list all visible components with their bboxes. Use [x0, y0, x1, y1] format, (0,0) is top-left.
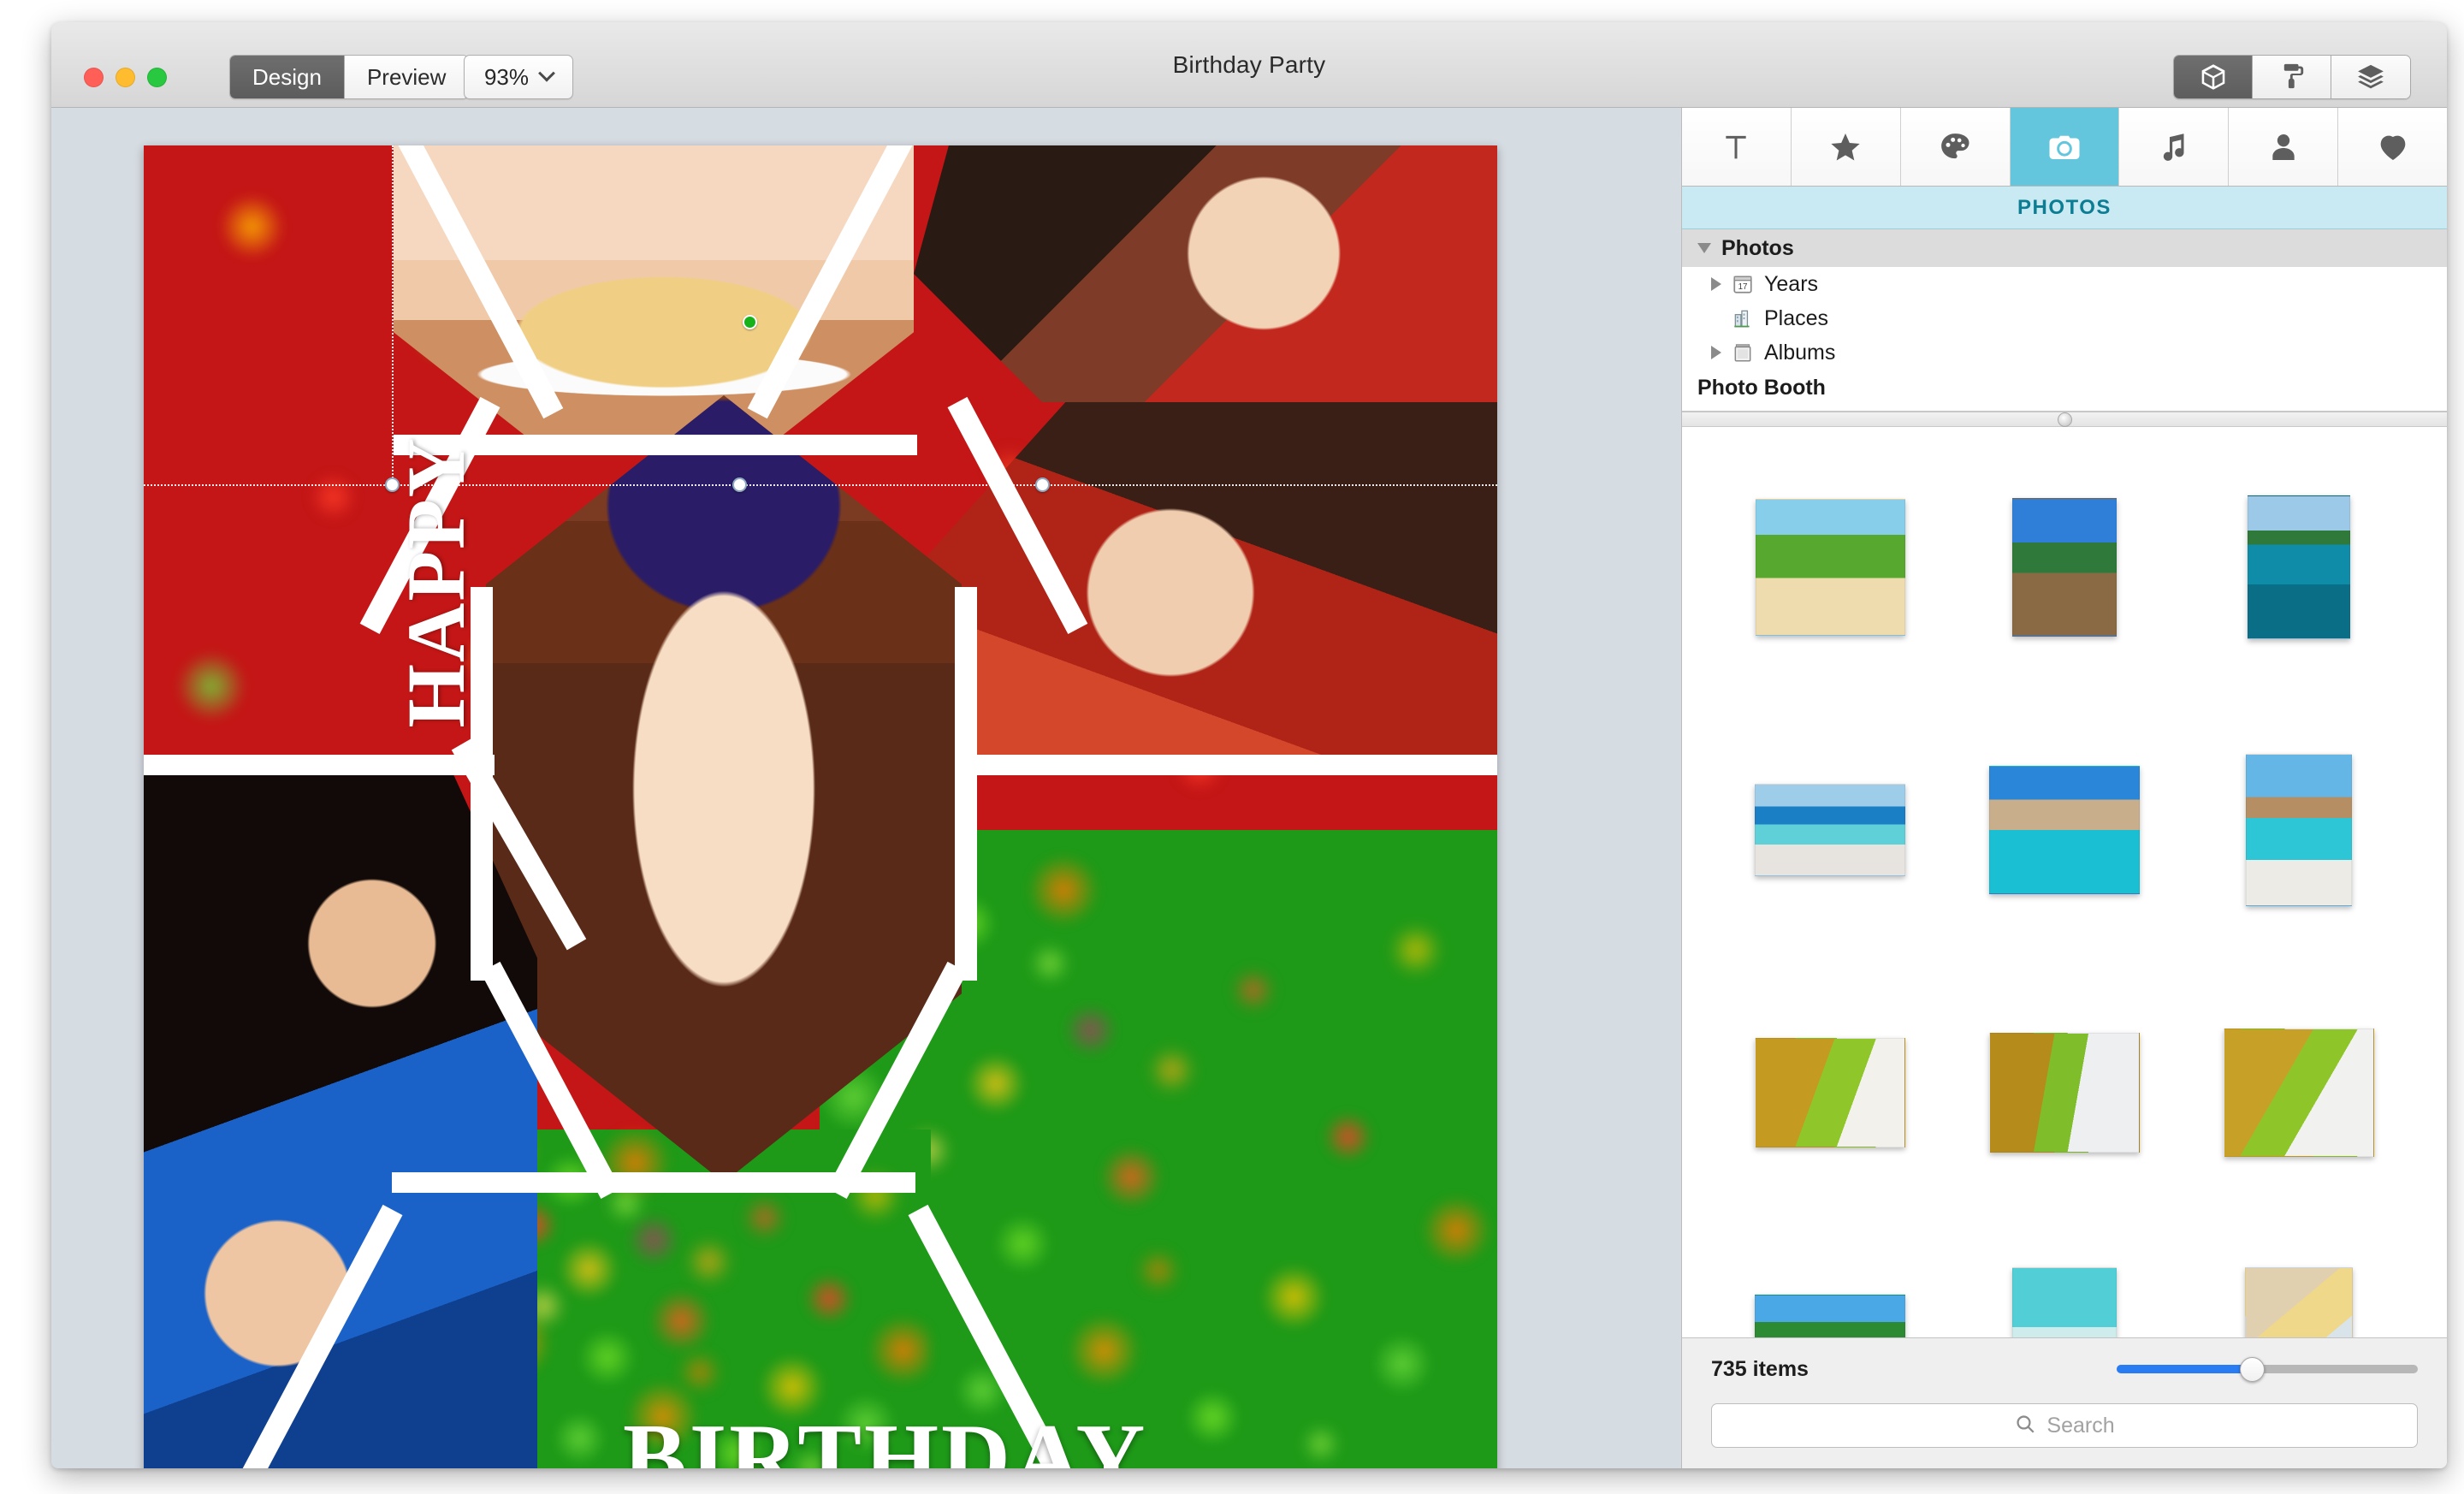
thumbnail-woman-lounge-chair[interactable]	[1755, 1037, 1905, 1147]
selection-handle-mid[interactable]	[732, 477, 747, 492]
selection-handle-right[interactable]	[1035, 477, 1050, 492]
thumbnail-feet-walking-sand[interactable]	[2012, 1267, 2117, 1337]
thumbnail-couple-toasting-resort[interactable]	[2224, 1028, 2374, 1157]
tab-backgrounds[interactable]	[1900, 108, 2011, 186]
chevron-down-icon[interactable]	[1697, 243, 1711, 253]
thumbnail-swimming-pool-lagoon[interactable]	[1755, 1294, 1905, 1337]
chevron-right-icon[interactable]	[1711, 277, 1721, 291]
tab-people[interactable]	[2229, 108, 2339, 186]
search-placeholder: Search	[2046, 1413, 2115, 1438]
thumbnail-overwater-bungalows[interactable]	[1989, 765, 2140, 894]
frame-stroke-11	[970, 755, 1497, 775]
thumbnail-wooden-pier-rainbow[interactable]	[2012, 497, 2117, 637]
source-item-years[interactable]: 17 Years	[1682, 267, 2447, 301]
layers-icon	[2356, 62, 2385, 92]
thumbnail-woman-sitting-beach[interactable]	[2246, 753, 2352, 906]
panel-heading: PHOTOS	[1682, 187, 2447, 229]
close-button[interactable]	[84, 68, 104, 87]
person-icon	[2266, 130, 2301, 164]
source-item-albums[interactable]: Albums	[1682, 335, 2447, 370]
tab-text[interactable]	[1682, 108, 1792, 186]
slider-knob[interactable]	[2240, 1357, 2266, 1382]
titlebar: Birthday Party Design Preview 93%	[51, 22, 2447, 108]
zoom-level-value: 93%	[483, 63, 530, 90]
source-item-photo-booth[interactable]: Photo Booth	[1682, 370, 2447, 406]
tab-stickers[interactable]	[1791, 108, 1901, 186]
thumbnail-size-slider[interactable]	[2117, 1357, 2418, 1382]
zoom-button[interactable]	[147, 68, 167, 87]
star-icon	[1828, 130, 1863, 164]
calendar-icon: 17	[1732, 273, 1754, 295]
album-icon	[1732, 341, 1754, 364]
splitter-grip[interactable]	[2057, 412, 2072, 427]
minimize-button[interactable]	[116, 68, 135, 87]
design-tab[interactable]: Design	[230, 56, 345, 98]
text-icon	[1719, 130, 1753, 164]
thumbnail-palm-beach-huts[interactable]	[1755, 498, 1905, 636]
item-count-label: 735 items	[1711, 1356, 1809, 1381]
search-input[interactable]: Search	[1711, 1403, 2418, 1448]
source-item-places-label: Places	[1764, 305, 1829, 330]
mode-segmented-control[interactable]: Design Preview	[229, 55, 470, 99]
heart-icon	[2376, 130, 2410, 164]
thumbnail-couple-lounge-chairs[interactable]	[1989, 1032, 2140, 1153]
app-window: Birthday Party Design Preview 93% HAPPY …	[51, 22, 2447, 1468]
frame-stroke-13	[392, 1172, 915, 1193]
source-item-photos[interactable]: Photos	[1682, 229, 2447, 267]
canvas-area[interactable]: HAPPY BIRTHDAY	[51, 108, 1681, 1468]
layers-button[interactable]	[2331, 56, 2410, 98]
selection-handle-left[interactable]	[385, 477, 400, 492]
thumbnail-coral-reef-water[interactable]	[2248, 495, 2350, 639]
frame-stroke-10	[144, 755, 495, 775]
slider-fill	[2117, 1365, 2253, 1373]
paint-roller-icon	[2277, 62, 2307, 92]
cube-3d-button[interactable]	[2174, 56, 2253, 98]
thumbnail-couple-walking-beach[interactable]	[1755, 783, 1905, 876]
tab-music[interactable]	[2119, 108, 2230, 186]
source-item-photo-booth-label: Photo Booth	[1697, 375, 1826, 400]
selection-handle-rotate[interactable]	[743, 315, 757, 329]
artboard[interactable]: HAPPY BIRTHDAY	[144, 145, 1497, 1468]
source-item-albums-label: Albums	[1764, 340, 1836, 365]
tab-favorites[interactable]	[2338, 108, 2447, 186]
artwork-text-birthday[interactable]: BIRTHDAY	[623, 1403, 1147, 1468]
traffic-light-group	[84, 68, 167, 87]
source-item-years-label: Years	[1764, 271, 1819, 296]
paint-roller-button[interactable]	[2253, 56, 2331, 98]
frame-stroke-7	[955, 587, 977, 981]
cube-3d-icon	[2199, 62, 2228, 92]
chevron-right-icon[interactable]	[1711, 346, 1721, 359]
tab-photos[interactable]	[2010, 108, 2120, 186]
selection-guide-vertical	[392, 145, 394, 488]
photo-thumbnail-grid[interactable]	[1682, 427, 2447, 1337]
buildings-icon	[1732, 307, 1754, 329]
svg-text:17: 17	[1738, 282, 1748, 292]
music-note-icon	[2157, 130, 2191, 164]
search-icon	[2014, 1413, 2036, 1439]
zoom-level-dropdown[interactable]: 93%	[464, 55, 573, 99]
preview-tab[interactable]: Preview	[344, 56, 469, 98]
palette-icon	[1938, 130, 1972, 164]
photo-source-list[interactable]: Photos 17 Years Places Albums Photo Boot…	[1682, 229, 2447, 412]
chevron-down-icon	[538, 64, 555, 82]
source-item-photos-label: Photos	[1721, 235, 1794, 260]
media-browser-panel: PHOTOS Photos 17 Years Places Albums Pho…	[1681, 108, 2447, 1468]
thumbnail-woman-with-juice[interactable]	[2245, 1267, 2353, 1337]
source-item-places[interactable]: Places	[1682, 301, 2447, 335]
view-mode-toolbar[interactable]	[2173, 55, 2411, 99]
panel-tab-bar[interactable]	[1682, 108, 2447, 187]
panel-status-bar: 735 items Search	[1682, 1337, 2447, 1468]
camera-icon	[2046, 129, 2082, 165]
panel-splitter[interactable]	[1682, 412, 2447, 427]
selection-guide-horizontal	[144, 484, 1497, 486]
artwork-text-happy[interactable]: HAPPY	[388, 436, 483, 728]
